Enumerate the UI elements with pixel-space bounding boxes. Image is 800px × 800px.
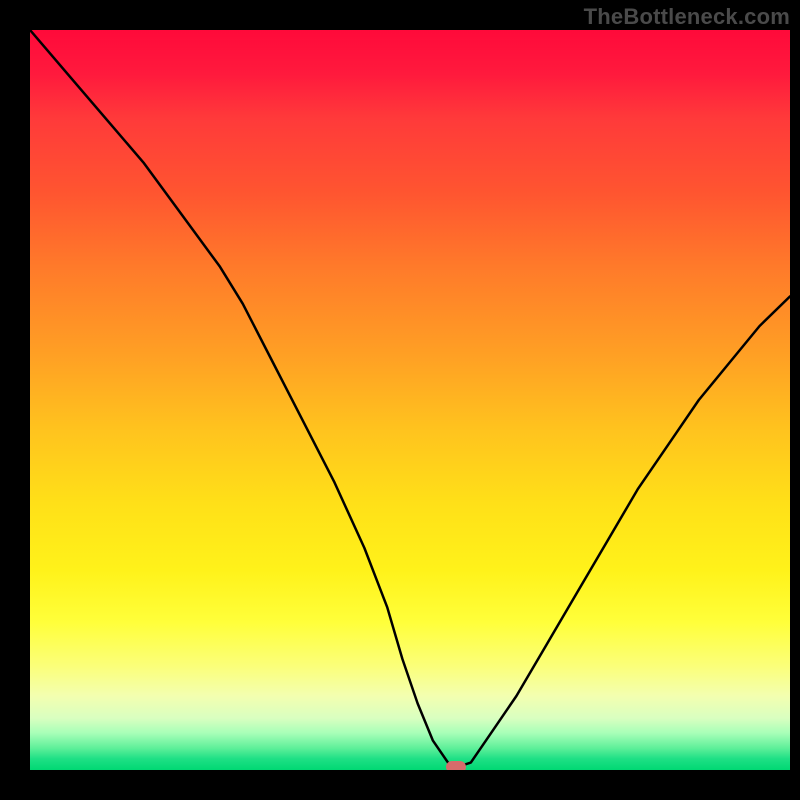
chart-container: TheBottleneck.com	[0, 0, 800, 800]
bottleneck-curve	[30, 30, 790, 770]
plot-area	[30, 30, 790, 770]
curve-min-marker	[446, 761, 466, 770]
watermark-text: TheBottleneck.com	[584, 4, 790, 30]
